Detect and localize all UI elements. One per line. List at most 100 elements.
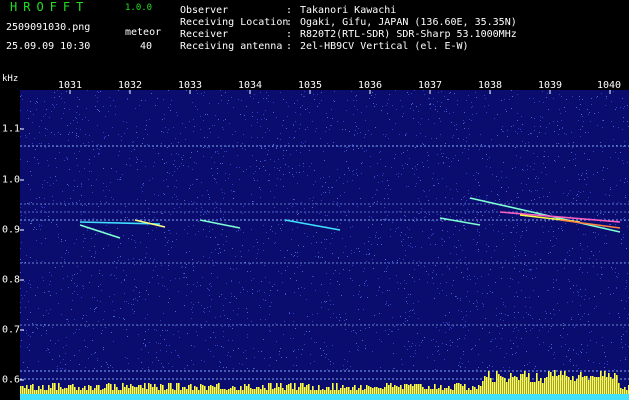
level-bar bbox=[100, 390, 102, 394]
level-bar bbox=[414, 384, 416, 394]
level-bar bbox=[24, 388, 26, 394]
level-bar bbox=[106, 384, 108, 394]
level-bar bbox=[582, 377, 584, 394]
level-bar bbox=[606, 377, 608, 394]
level-bar bbox=[198, 390, 200, 394]
level-bar bbox=[230, 388, 232, 394]
level-bar bbox=[252, 389, 254, 394]
level-bar bbox=[496, 371, 498, 394]
level-bar bbox=[460, 384, 462, 394]
level-bar bbox=[20, 386, 22, 394]
level-bar bbox=[184, 387, 186, 394]
level-bar bbox=[512, 377, 514, 394]
level-bar bbox=[474, 387, 476, 394]
level-bar bbox=[92, 390, 94, 394]
level-bar bbox=[626, 390, 628, 394]
level-bar bbox=[396, 386, 398, 394]
level-bar bbox=[484, 376, 486, 394]
level-bar bbox=[418, 384, 420, 394]
level-bar bbox=[158, 390, 160, 394]
info-key-receiver: Receiver bbox=[180, 29, 229, 40]
level-bar bbox=[600, 371, 602, 394]
level-bar bbox=[468, 388, 470, 394]
level-bar bbox=[58, 383, 60, 394]
level-bar bbox=[42, 385, 44, 394]
level-bar bbox=[70, 385, 72, 394]
level-bar bbox=[492, 382, 494, 394]
y-tick-label: 1.0 bbox=[2, 174, 21, 186]
level-bar bbox=[596, 377, 598, 394]
level-bar bbox=[78, 387, 80, 394]
level-bar bbox=[44, 390, 46, 394]
level-bar bbox=[190, 384, 192, 394]
level-bar bbox=[246, 386, 248, 394]
level-bar bbox=[258, 387, 260, 394]
level-bar bbox=[212, 386, 214, 394]
level-bar bbox=[302, 383, 304, 394]
level-bar bbox=[116, 387, 118, 394]
level-bar bbox=[124, 387, 126, 394]
level-bar bbox=[26, 385, 28, 394]
level-bar bbox=[450, 389, 452, 394]
level-bar bbox=[436, 389, 438, 394]
level-bar bbox=[554, 370, 556, 394]
level-bar bbox=[146, 389, 148, 394]
level-bar bbox=[528, 373, 530, 394]
level-bar bbox=[532, 382, 534, 394]
level-bar bbox=[420, 384, 422, 394]
level-bar bbox=[84, 386, 86, 394]
level-bar bbox=[234, 387, 236, 394]
level-bar bbox=[422, 387, 424, 394]
level-bar bbox=[160, 384, 162, 394]
level-bar bbox=[410, 384, 412, 394]
level-bar bbox=[260, 389, 262, 394]
level-bar bbox=[326, 387, 328, 394]
level-bar bbox=[382, 389, 384, 394]
level-bar bbox=[542, 383, 544, 394]
level-bar bbox=[342, 385, 344, 394]
level-bar bbox=[202, 385, 204, 394]
level-bar bbox=[514, 376, 516, 394]
info-value-observer: Takanori Kawachi bbox=[300, 5, 397, 16]
level-bar bbox=[540, 378, 542, 394]
level-bar bbox=[462, 386, 464, 394]
level-bar bbox=[174, 390, 176, 394]
y-tick-label: 1.1 bbox=[2, 123, 21, 135]
level-bar bbox=[268, 383, 270, 394]
level-bar bbox=[438, 388, 440, 394]
level-bar bbox=[192, 390, 194, 394]
y-axis-unit: kHz bbox=[2, 74, 19, 84]
info-value-location: Ogaki, Gifu, JAPAN (136.60E, 35.35N) bbox=[300, 17, 517, 28]
level-bar bbox=[254, 389, 256, 394]
level-bar bbox=[308, 384, 310, 394]
level-bar bbox=[578, 375, 580, 394]
level-bar bbox=[556, 376, 558, 394]
level-bar bbox=[180, 390, 182, 394]
level-bar bbox=[102, 389, 104, 394]
level-bar bbox=[240, 386, 242, 394]
level-bar bbox=[372, 388, 374, 394]
level-bar bbox=[602, 376, 604, 394]
level-bar bbox=[98, 385, 100, 394]
spectrogram-canvas bbox=[20, 90, 629, 400]
level-bar bbox=[170, 383, 172, 394]
level-bar bbox=[72, 384, 74, 394]
level-bar bbox=[486, 377, 488, 394]
level-bar bbox=[220, 389, 222, 394]
level-bar bbox=[330, 390, 332, 394]
level-bar bbox=[168, 383, 170, 394]
level-bar bbox=[452, 390, 454, 394]
level-bar bbox=[526, 377, 528, 394]
level-bar bbox=[316, 390, 318, 394]
level-bar bbox=[354, 385, 356, 394]
level-bar bbox=[604, 371, 606, 394]
level-bar bbox=[134, 387, 136, 394]
level-bar bbox=[278, 387, 280, 394]
level-bar bbox=[404, 384, 406, 394]
level-bar bbox=[498, 374, 500, 394]
level-bar bbox=[456, 383, 458, 394]
level-bar bbox=[562, 375, 564, 394]
level-bar bbox=[122, 383, 124, 394]
level-bar bbox=[206, 390, 208, 394]
level-bar bbox=[118, 390, 120, 394]
